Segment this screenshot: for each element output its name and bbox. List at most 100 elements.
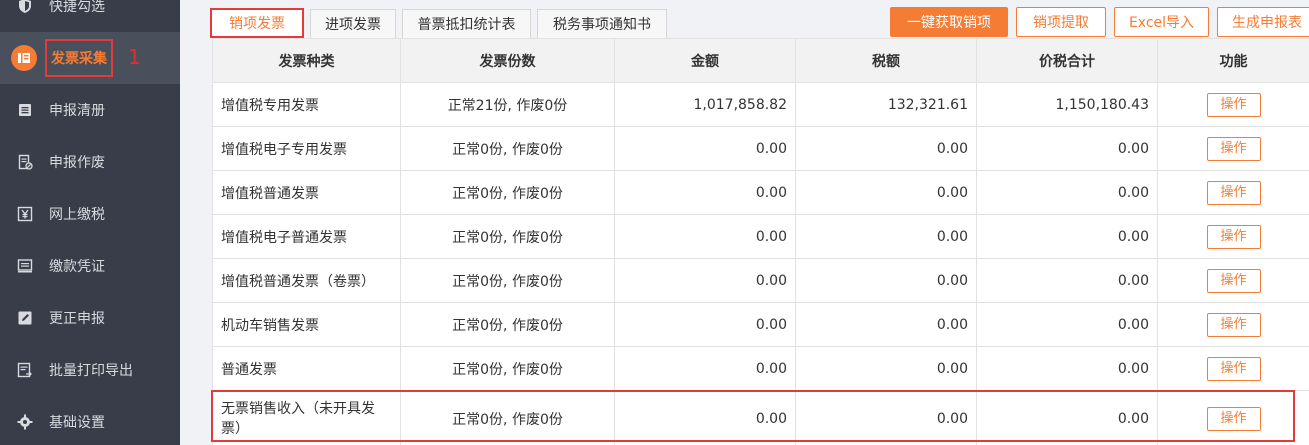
cell-invoice-type: 增值税普通发票: [212, 170, 401, 215]
invoice-table-container: 发票种类 发票份数 金额 税额 价税合计 功能 增值税专用发票 正常21份, 作…: [212, 38, 1309, 445]
cell-invoice-count: 正常0份, 作废0份: [400, 126, 615, 171]
cell-function: 操作: [1157, 390, 1309, 445]
sidebar-item-invoice-collect[interactable]: 发票采集: [0, 32, 180, 84]
sidebar-item-payment-voucher[interactable]: 缴款凭证: [0, 246, 180, 286]
sidebar-item-quick-check[interactable]: 快捷勾选: [0, 0, 180, 26]
sidebar-item-label: 基础设置: [49, 415, 105, 431]
operate-button[interactable]: 操作: [1206, 356, 1261, 381]
sidebar-item-declaration-void[interactable]: 申报作废: [0, 142, 180, 182]
cell-invoice-type: 增值税电子专用发票: [212, 126, 401, 171]
cell-tax: 0.00: [795, 258, 977, 303]
table-row: 机动车销售发票 正常0份, 作废0份 0.00 0.00 0.00 操作: [212, 302, 1309, 347]
cell-invoice-type: 增值税专用发票: [212, 82, 401, 127]
cell-invoice-type: 机动车销售发票: [212, 302, 401, 347]
receipt-icon: [17, 258, 33, 274]
cell-tax: 0.00: [795, 170, 977, 215]
cell-amount: 0.00: [614, 214, 796, 259]
shield-icon: [17, 0, 33, 14]
cell-function: 操作: [1157, 82, 1309, 127]
tab-purchase-invoice[interactable]: 进项发票: [310, 9, 396, 38]
cell-invoice-type: 普通发票: [212, 346, 401, 391]
invoice-summary-table: 发票种类 发票份数 金额 税额 价税合计 功能 增值税专用发票 正常21份, 作…: [212, 38, 1309, 445]
cell-total: 0.00: [976, 126, 1158, 171]
void-document-icon: [17, 154, 33, 170]
cell-tax: 132,321.61: [795, 82, 977, 127]
table-header-row: 发票种类 发票份数 金额 税额 价税合计 功能: [212, 38, 1309, 83]
table-row: 增值税电子专用发票 正常0份, 作废0份 0.00 0.00 0.00 操作: [212, 126, 1309, 171]
cell-total: 0.00: [976, 214, 1158, 259]
table-row: 增值税普通发票（卷票） 正常0份, 作废0份 0.00 0.00 0.00 操作: [212, 258, 1309, 303]
cell-invoice-type: 增值税电子普通发票: [212, 214, 401, 259]
yuan-icon: [17, 206, 33, 222]
tab-sales-invoice[interactable]: 销项发票: [210, 8, 304, 38]
fetch-sales-button[interactable]: 一键获取销项: [890, 7, 1008, 37]
operate-button[interactable]: 操作: [1206, 92, 1261, 117]
cell-invoice-type: 无票销售收入（未开具发票）: [212, 390, 401, 445]
cell-amount: 0.00: [614, 302, 796, 347]
cell-function: 操作: [1157, 258, 1309, 303]
sidebar-item-label: 网上缴税: [49, 207, 105, 223]
cell-function: 操作: [1157, 126, 1309, 171]
cell-tax: 0.00: [795, 390, 977, 445]
table-row: 普通发票 正常0份, 作废0份 0.00 0.00 0.00 操作: [212, 346, 1309, 391]
sidebar-item-label: 发票采集: [45, 39, 113, 77]
cell-invoice-count: 正常0份, 作废0份: [400, 390, 615, 445]
sidebar: 快捷勾选 发票采集 申报清册 申报作废 网上缴税 缴款凭证 更正申报 批量打印导…: [0, 0, 180, 445]
sidebar-item-label: 申报作废: [49, 155, 105, 171]
sidebar-item-batch-print-export[interactable]: 批量打印导出: [0, 350, 180, 390]
operate-button[interactable]: 操作: [1206, 180, 1261, 205]
sidebar-item-basic-settings[interactable]: 基础设置: [0, 402, 180, 442]
operate-button[interactable]: 操作: [1206, 312, 1261, 337]
cell-invoice-count: 正常0份, 作废0份: [400, 346, 615, 391]
cell-invoice-type: 增值税普通发票（卷票）: [212, 258, 401, 303]
generate-declaration-button[interactable]: 生成申报表: [1217, 7, 1309, 37]
operate-button[interactable]: 操作: [1206, 224, 1261, 249]
sidebar-item-label: 快捷勾选: [49, 0, 105, 15]
cell-amount: 0.00: [614, 126, 796, 171]
cell-total: 0.00: [976, 258, 1158, 303]
cell-amount: 0.00: [614, 390, 796, 445]
invoice-icon: [11, 45, 37, 71]
cell-function: 操作: [1157, 214, 1309, 259]
cell-amount: 0.00: [614, 258, 796, 303]
column-header-tax: 税额: [795, 38, 977, 83]
column-header-total: 价税合计: [976, 38, 1158, 83]
sidebar-item-label: 批量打印导出: [49, 363, 133, 379]
cell-function: 操作: [1157, 170, 1309, 215]
print-export-icon: [17, 362, 33, 378]
cell-total: 1,150,180.43: [976, 82, 1158, 127]
cell-total: 0.00: [976, 390, 1158, 445]
cell-invoice-count: 正常0份, 作废0份: [400, 170, 615, 215]
sidebar-item-label: 更正申报: [49, 311, 105, 327]
sidebar-item-label: 申报清册: [49, 103, 105, 119]
operate-button[interactable]: 操作: [1206, 406, 1261, 431]
annotation-number-1: 1: [128, 45, 141, 69]
sidebar-item-correct-declaration[interactable]: 更正申报: [0, 298, 180, 338]
cell-amount: 0.00: [614, 170, 796, 215]
cell-total: 0.00: [976, 302, 1158, 347]
table-row: 增值税普通发票 正常0份, 作废0份 0.00 0.00 0.00 操作: [212, 170, 1309, 215]
cell-invoice-count: 正常0份, 作废0份: [400, 302, 615, 347]
column-header-amount: 金额: [614, 38, 796, 83]
cell-tax: 0.00: [795, 214, 977, 259]
operate-button[interactable]: 操作: [1206, 268, 1261, 293]
cell-tax: 0.00: [795, 302, 977, 347]
cell-amount: 0.00: [614, 346, 796, 391]
excel-import-button[interactable]: Excel导入: [1114, 7, 1209, 37]
cell-invoice-count: 正常0份, 作废0份: [400, 258, 615, 303]
sales-extract-button[interactable]: 销项提取: [1016, 7, 1106, 37]
cell-function: 操作: [1157, 302, 1309, 347]
cell-invoice-count: 正常21份, 作废0份: [400, 82, 615, 127]
list-icon: [17, 102, 33, 118]
column-header-invoice-type: 发票种类: [212, 38, 401, 83]
tab-tax-notice[interactable]: 税务事项通知书: [537, 9, 667, 38]
sidebar-item-online-tax-payment[interactable]: 网上缴税: [0, 194, 180, 234]
cell-total: 0.00: [976, 346, 1158, 391]
cell-invoice-count: 正常0份, 作废0份: [400, 214, 615, 259]
cell-function: 操作: [1157, 346, 1309, 391]
table-row: 增值税专用发票 正常21份, 作废0份 1,017,858.82 132,321…: [212, 82, 1309, 127]
operate-button[interactable]: 操作: [1206, 136, 1261, 161]
tab-deduction-statistics[interactable]: 普票抵扣统计表: [402, 9, 531, 38]
sidebar-item-declaration-list[interactable]: 申报清册: [0, 90, 180, 130]
sidebar-item-label: 缴款凭证: [49, 259, 105, 275]
